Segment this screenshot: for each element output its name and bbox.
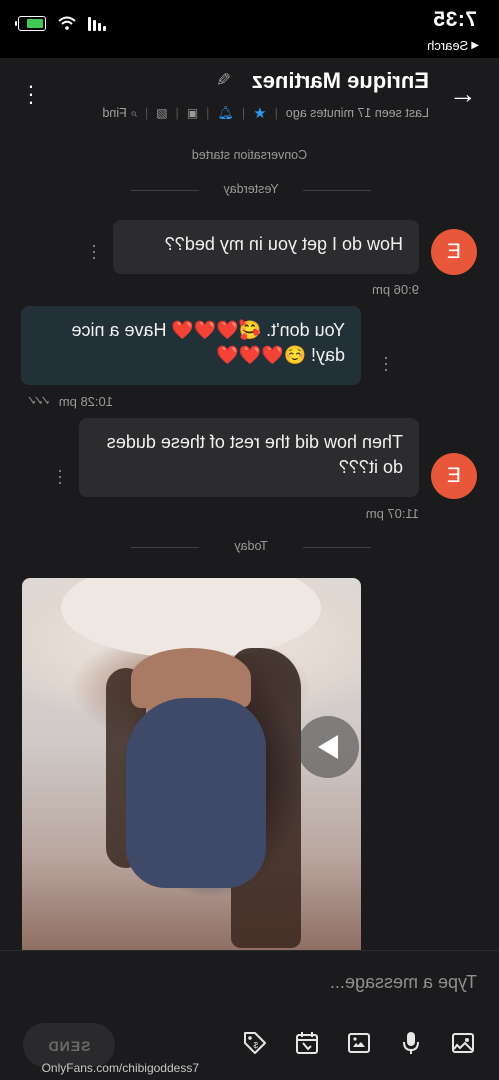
message-timestamp: 9:06 pm bbox=[372, 282, 419, 297]
contact-name[interactable]: Enrique Martinez bbox=[252, 68, 429, 94]
message-bubble-outgoing[interactable]: You don't. 🥰❤️❤️❤️ Have a nice day! ☺️❤️… bbox=[21, 306, 361, 385]
message-bubble-incoming[interactable]: Then how did the rest of these dudes do … bbox=[79, 418, 419, 497]
message-bubble-incoming[interactable]: How do I get you in my bed?? bbox=[113, 220, 419, 274]
date-divider-label: Yesterday bbox=[223, 182, 279, 196]
last-seen-text: Last seen 17 minutes ago bbox=[285, 106, 429, 120]
separator: | bbox=[241, 106, 246, 120]
wifi-icon bbox=[58, 16, 76, 30]
message-options-icon[interactable]: · · · bbox=[381, 347, 391, 379]
schedule-calendar-icon[interactable] bbox=[293, 1029, 321, 1057]
date-divider: Today bbox=[131, 539, 371, 555]
separator: | bbox=[144, 106, 149, 120]
message-input[interactable] bbox=[17, 967, 477, 997]
message-timestamp: 11:07 pm bbox=[365, 506, 419, 521]
conversation-started-note: Conversation started bbox=[191, 148, 308, 162]
notes-icon[interactable]: ▣ bbox=[187, 106, 198, 120]
svg-text:$: $ bbox=[253, 1041, 258, 1050]
message-meta: 10:28 pm ✓✓✓ bbox=[30, 393, 113, 409]
watermark: OnlyFans.com/chibigoddess7 bbox=[41, 1061, 199, 1075]
chat-header: ← Enrique Martinez ✎ Last seen 17 minute… bbox=[0, 58, 499, 134]
image-icon[interactable] bbox=[449, 1029, 477, 1057]
bell-icon[interactable]: 🔔︎ bbox=[217, 105, 234, 121]
back-triangle-icon: ◀ bbox=[471, 40, 479, 51]
video-play-icon[interactable] bbox=[297, 716, 359, 778]
avatar[interactable]: E bbox=[431, 453, 477, 499]
cellular-signal-icon bbox=[88, 15, 106, 31]
status-icons bbox=[18, 15, 106, 31]
battery-icon bbox=[18, 15, 46, 31]
date-divider: Yesterday bbox=[131, 182, 371, 198]
find-label: Find bbox=[102, 105, 127, 120]
separator: | bbox=[175, 106, 179, 120]
header-meta-row: Last seen 17 minutes ago | ★ | 🔔︎ | ▣ | … bbox=[102, 104, 429, 122]
back-arrow-icon[interactable]: ← bbox=[449, 78, 477, 110]
message-composer: $ SEND OnlyFans.com/chibigoddess7 bbox=[0, 950, 499, 1080]
star-icon[interactable]: ★ bbox=[253, 104, 266, 122]
more-options-icon[interactable]: · · · bbox=[21, 73, 41, 114]
avatar[interactable]: E bbox=[431, 229, 477, 275]
chat-area[interactable]: Conversation started Yesterday E How do … bbox=[0, 134, 499, 950]
message-options-icon[interactable]: · · · bbox=[55, 460, 65, 492]
composer-toolbar: $ bbox=[241, 1029, 477, 1057]
back-to-search-link[interactable]: ◀ Search bbox=[427, 38, 479, 53]
message-options-icon[interactable]: · · · bbox=[89, 235, 99, 267]
message-text: How do I get you in my bed?? bbox=[164, 234, 403, 254]
edit-pencil-icon[interactable]: ✎ bbox=[216, 70, 231, 91]
separator: | bbox=[274, 106, 278, 120]
search-icon: ⌕ bbox=[130, 105, 137, 120]
gallery-icon[interactable]: ▨ bbox=[156, 106, 167, 120]
screen: 7:35 ◀ Search ← Enrique Martinez ✎ Last … bbox=[0, 0, 499, 1080]
message-text: You don't. 🥰❤️❤️❤️ Have a nice day! ☺️❤️… bbox=[71, 320, 345, 365]
message-text: Then how did the rest of these dudes do … bbox=[106, 432, 403, 477]
message-timestamp: 10:28 pm bbox=[58, 393, 113, 409]
clock: 7:35 bbox=[432, 8, 477, 31]
separator: | bbox=[206, 106, 210, 120]
microphone-icon[interactable] bbox=[397, 1029, 425, 1057]
back-to-search-label: Search bbox=[427, 38, 469, 53]
status-bar: 7:35 ◀ Search bbox=[0, 0, 499, 58]
price-tag-icon[interactable]: $ bbox=[241, 1029, 269, 1057]
find-button[interactable]: ⌕ Find bbox=[102, 106, 137, 121]
date-divider-label: Today bbox=[234, 539, 268, 553]
read-checkmarks-icon: ✓✓✓ bbox=[30, 393, 51, 408]
vault-media-icon[interactable] bbox=[345, 1029, 373, 1057]
